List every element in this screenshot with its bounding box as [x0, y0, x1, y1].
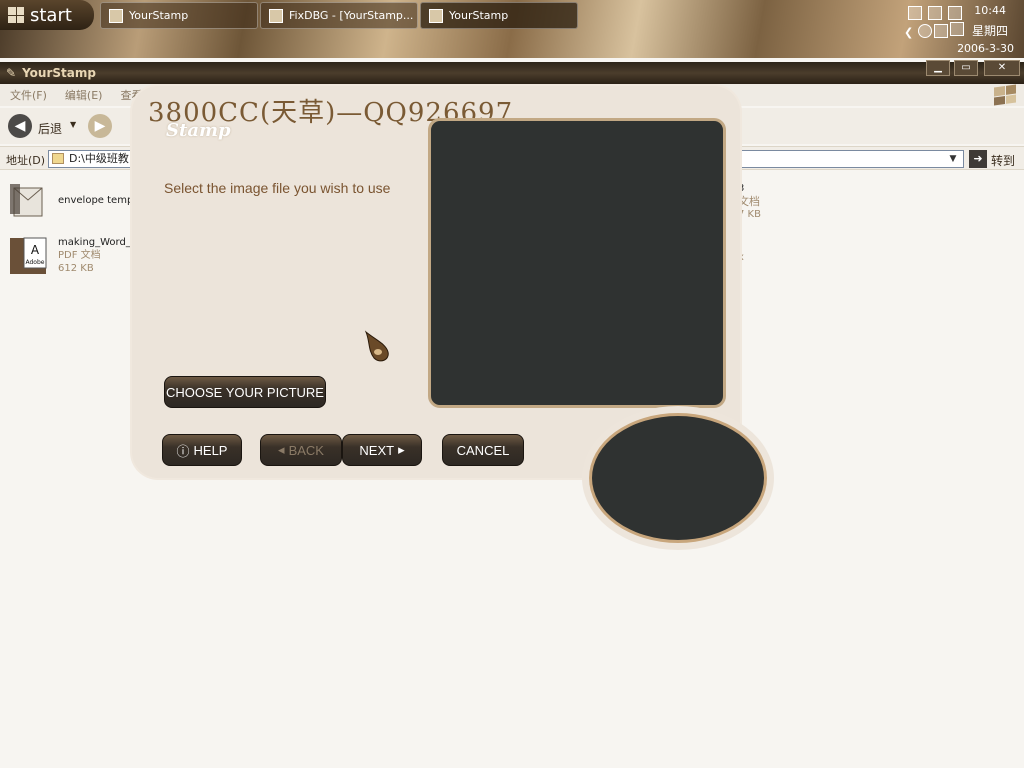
go-arrow-icon[interactable]: ➜: [969, 150, 987, 168]
next-label: NEXT: [359, 442, 395, 458]
window-titlebar[interactable]: ✎ YourStamp: [0, 62, 1024, 84]
window-title: YourStamp: [22, 66, 96, 80]
stamp-preview-oval: [592, 416, 764, 540]
next-arrow-icon: ▸: [398, 442, 405, 457]
file-size: 612 KB: [58, 263, 94, 274]
forward-arrow-icon[interactable]: ▶: [88, 114, 112, 138]
taskbar: start YourStamp FixDBG - [YourStamp... Y…: [0, 0, 1024, 58]
list-item-partial[interactable]: 3 文档 7 KB: [738, 182, 761, 221]
flag-icon[interactable]: [948, 6, 962, 20]
clock-time[interactable]: 10:44: [974, 4, 1006, 17]
next-button[interactable]: NEXT ▸: [342, 434, 422, 466]
close-button[interactable]: ✕: [984, 60, 1020, 76]
cancel-label: CANCEL: [456, 442, 510, 458]
file-name: 3: [738, 183, 745, 194]
back-label: BACK: [288, 442, 324, 458]
file-size: 7 KB: [738, 209, 761, 220]
stamp-icon: [429, 8, 443, 23]
help-label: HELP: [193, 442, 228, 458]
taskbar-item-yourstamp-active[interactable]: YourStamp: [420, 2, 578, 29]
chevron-left-icon[interactable]: ❮: [904, 26, 913, 39]
file-name: envelope templ: [58, 195, 137, 206]
info-icon: ⓘ: [176, 443, 190, 459]
volume-icon[interactable]: [934, 24, 948, 38]
start-label: start: [30, 4, 72, 26]
choose-picture-label: CHOOSE YOUR PICTURE: [166, 384, 324, 400]
go-label[interactable]: 转到: [991, 152, 1015, 169]
busy-cursor-icon: [364, 330, 389, 362]
ime-icon[interactable]: [918, 24, 932, 38]
back-button[interactable]: ◂ BACK: [260, 434, 342, 466]
back-label[interactable]: 后退: [38, 120, 62, 137]
app-icon: [109, 8, 123, 23]
list-item[interactable]: envelope templ: [8, 180, 136, 220]
taskbar-item-fixdbg[interactable]: FixDBG - [YourStamp...: [260, 2, 418, 29]
system-tray: ❮ 10:44 星期四 2006-3-30: [904, 0, 1024, 58]
minimize-button[interactable]: ▁: [926, 60, 950, 76]
back-dropdown-icon[interactable]: ▼: [70, 120, 76, 129]
menu-file[interactable]: 文件(F): [10, 87, 47, 103]
tray-app-icon[interactable]: [928, 6, 942, 20]
network-icon[interactable]: [908, 6, 922, 20]
clock-date: 2006-3-30: [957, 42, 1014, 55]
taskbar-item-label: FixDBG - [YourStamp...: [289, 9, 414, 22]
start-button[interactable]: start: [0, 0, 94, 30]
svg-text:Adobe: Adobe: [26, 259, 45, 266]
windows-logo-icon: [8, 7, 24, 23]
calendar-icon[interactable]: [950, 22, 964, 36]
help-button[interactable]: ⓘ HELP: [162, 434, 242, 466]
dialog-instruction: Select the image file you wish to use: [164, 180, 391, 196]
taskbar-item-label: YourStamp: [129, 9, 189, 22]
taskbar-item-yourstamp[interactable]: YourStamp: [100, 2, 258, 29]
image-preview: [428, 118, 726, 408]
window-icon: ✎: [6, 66, 17, 80]
folder-icon: [52, 153, 64, 164]
svg-text:A: A: [31, 243, 40, 257]
address-value: D:\中级班教: [69, 152, 129, 165]
list-item[interactable]: A Adobe making_Word_ PDF 文档 612 KB: [8, 236, 131, 276]
file-name: making_Word_: [58, 237, 131, 248]
maximize-button[interactable]: ▭: [954, 60, 978, 76]
address-dropdown-icon[interactable]: ▼: [945, 151, 961, 167]
file-type: 文档: [738, 195, 760, 208]
clock-day: 星期四: [971, 24, 1008, 38]
back-arrow-icon: ◂: [278, 442, 285, 457]
dialog-logo-text: Stamp: [166, 120, 231, 141]
file-type: PDF 文档: [58, 250, 101, 261]
choose-picture-button[interactable]: CHOOSE YOUR PICTURE: [164, 376, 326, 408]
windows-flag-icon: [994, 84, 1016, 106]
cancel-button[interactable]: CANCEL: [442, 434, 524, 466]
document-template-icon: [10, 184, 43, 217]
back-arrow-icon[interactable]: ◀: [8, 114, 32, 138]
menu-edit[interactable]: 编辑(E): [65, 87, 103, 103]
pdf-icon: A Adobe: [10, 237, 47, 274]
taskbar-item-label: YourStamp: [449, 9, 509, 22]
debugger-icon: [269, 8, 283, 23]
address-label: 地址(D): [6, 154, 46, 167]
